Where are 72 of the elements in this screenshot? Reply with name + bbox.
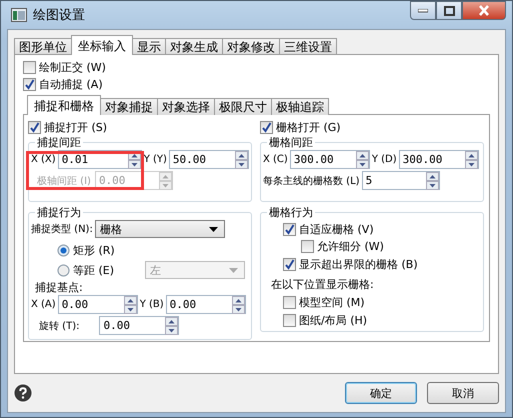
field-label: 旋转 (T): — [39, 320, 80, 332]
field-label: 每条主线的栅格数 (L) — [263, 174, 360, 188]
checkbox[interactable]: 模型空间 (M) — [283, 293, 481, 311]
tab[interactable]: 图形单位 — [14, 38, 72, 55]
spin-buttons[interactable] — [232, 296, 245, 314]
dialog-button[interactable]: 取消 — [427, 382, 499, 404]
tab[interactable]: 对象修改 — [222, 38, 280, 55]
group-title: 栅格行为 — [267, 205, 315, 220]
tab[interactable]: 极限尺寸 — [214, 98, 272, 115]
tab[interactable]: 对象捕捉 — [100, 98, 158, 115]
tab[interactable]: 对象生成 — [165, 38, 223, 55]
close-button[interactable] — [462, 1, 506, 20]
tab[interactable]: 捕捉和栅格 — [27, 95, 101, 115]
checkmark-icon — [261, 122, 272, 133]
field-label: X (C) — [263, 154, 288, 165]
checkmark-icon — [284, 258, 295, 270]
checkmark-icon — [29, 122, 40, 133]
checkbox[interactable]: 捕捉打开 (S) — [28, 119, 252, 136]
spin-buttons[interactable] — [124, 296, 137, 314]
dialog-button[interactable]: 确定 — [345, 382, 417, 404]
spin-buttons[interactable] — [165, 316, 178, 334]
field-label: 捕捉类型 (N): — [31, 222, 93, 236]
checkmark-icon — [24, 79, 35, 90]
snap-type-dropdown[interactable]: 栅格 — [94, 220, 225, 238]
radio-icon — [57, 244, 70, 256]
field-label: X (A) — [31, 299, 56, 310]
field-label: Y (Y) — [144, 154, 167, 165]
input-field[interactable]: 300.00 — [290, 150, 370, 169]
checkbox[interactable]: 绘制正交 (W) — [23, 59, 490, 76]
spin-buttons[interactable] — [356, 150, 369, 168]
spin-buttons[interactable] — [235, 150, 248, 168]
tab[interactable]: 三维设置 — [279, 38, 337, 55]
field-label: Y (B) — [140, 299, 164, 310]
field-label: X (X) — [31, 154, 56, 165]
close-icon — [478, 5, 490, 16]
window-icon — [11, 8, 27, 22]
checkbox[interactable]: 图纸/布局 (H) — [283, 311, 481, 329]
field-label: Y (D) — [372, 154, 397, 165]
input-field[interactable]: 0.00 — [58, 295, 138, 314]
section-label: 在以下位置显示栅格: — [271, 277, 375, 292]
spin-buttons[interactable] — [426, 172, 439, 190]
checkmark-icon — [284, 224, 295, 234]
tab[interactable]: 坐标输入 — [71, 35, 133, 55]
caret-icon — [208, 226, 218, 232]
minimize-icon — [418, 8, 428, 12]
maximize-icon — [444, 6, 454, 16]
group-title: 栅格间距 — [267, 135, 315, 150]
tab[interactable]: 极轴追踪 — [271, 98, 329, 115]
group-title: 捕捉间距 — [35, 135, 83, 150]
radio-icon — [57, 264, 70, 276]
checkbox[interactable]: 栅格打开 (G) — [260, 119, 484, 136]
section-label: 捕捉基点: — [35, 280, 84, 295]
checkbox[interactable]: 自适应栅格 (V) — [283, 220, 481, 238]
input-field[interactable]: 5 — [362, 171, 440, 190]
checkbox[interactable]: 显示超出界限的栅格 (B) — [283, 255, 481, 273]
checkbox[interactable]: 自动捕捉 (A) — [23, 76, 490, 93]
field-label: 极轴间距 (I) — [37, 174, 91, 188]
window-title: 绘图设置 — [33, 7, 85, 24]
group-title: 捕捉行为 — [35, 205, 83, 220]
minimize-button[interactable] — [410, 1, 436, 20]
help-icon[interactable] — [14, 384, 32, 402]
radio-button[interactable]: 矩形 (R) — [57, 242, 115, 258]
input-field[interactable]: 0.00 — [166, 295, 246, 314]
spin-buttons[interactable] — [464, 150, 478, 168]
maximize-button[interactable] — [436, 1, 462, 20]
input-field[interactable]: 300.00 — [398, 150, 479, 169]
input-field[interactable]: 0.00 — [99, 316, 180, 335]
caret-icon — [229, 268, 238, 272]
input-field[interactable]: 50.00 — [168, 150, 249, 169]
tab[interactable]: 对象选择 — [157, 98, 215, 115]
checkbox[interactable]: 允许细分 (W) — [301, 238, 481, 255]
radio-button[interactable]: 等距 (E) — [57, 262, 114, 278]
